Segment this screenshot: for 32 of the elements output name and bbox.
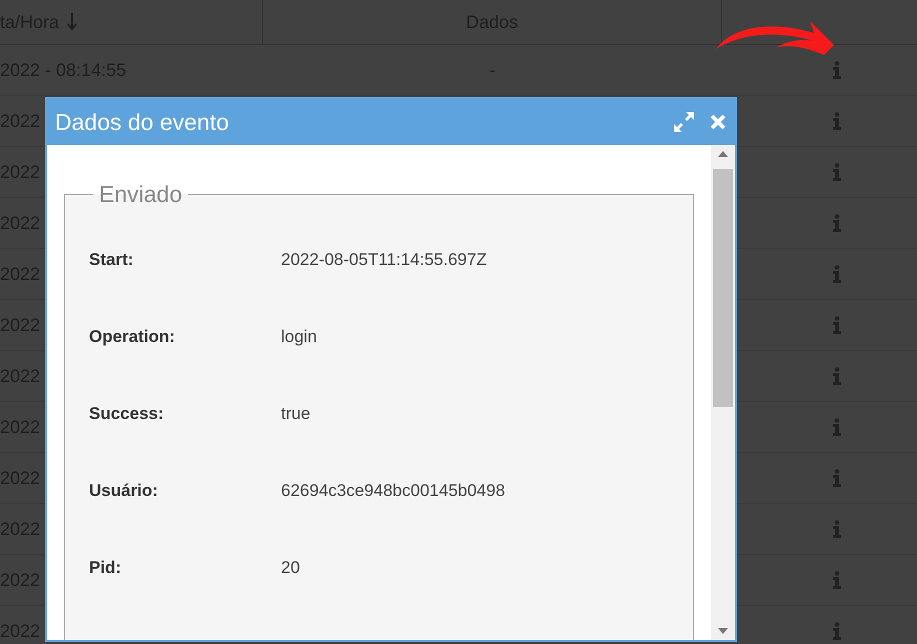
info-icon[interactable] — [832, 418, 842, 436]
info-icon[interactable] — [832, 214, 842, 232]
scroll-up-icon[interactable] — [718, 151, 728, 157]
table-cell-text: - — [490, 58, 496, 82]
field-value: 20 — [281, 557, 300, 580]
field-label: Start: — [89, 249, 134, 272]
info-icon[interactable] — [832, 61, 842, 79]
dialog-title: Dados do evento — [55, 108, 230, 137]
field-label: Success: — [89, 403, 165, 426]
field-value: 2022-08-05T11:14:55.697Z — [281, 249, 487, 272]
info-icon[interactable] — [832, 622, 842, 640]
info-icon[interactable] — [832, 520, 842, 538]
expand-icon[interactable] — [673, 111, 695, 133]
scrollbar[interactable] — [711, 145, 735, 640]
field-value: true — [281, 403, 310, 426]
info-icon[interactable] — [832, 163, 842, 181]
close-icon[interactable] — [709, 113, 727, 131]
info-icon[interactable] — [832, 469, 842, 487]
section-title: Enviado — [98, 180, 184, 209]
field-label: Operation: — [89, 326, 176, 348]
field-label: Usuário: — [89, 480, 159, 502]
info-icon[interactable] — [832, 367, 842, 385]
info-icon[interactable] — [832, 316, 842, 334]
info-icon[interactable] — [832, 112, 842, 130]
info-icon[interactable] — [832, 571, 842, 589]
info-icon[interactable] — [832, 265, 842, 283]
field-label: Pid: — [89, 557, 122, 580]
sort-down-icon[interactable] — [67, 13, 78, 31]
scroll-thumb[interactable] — [713, 169, 733, 407]
scroll-down-icon[interactable] — [718, 628, 728, 634]
field-value: login — [281, 326, 317, 348]
field-value: 62694c3ce948bc00145b0498 — [281, 480, 506, 502]
